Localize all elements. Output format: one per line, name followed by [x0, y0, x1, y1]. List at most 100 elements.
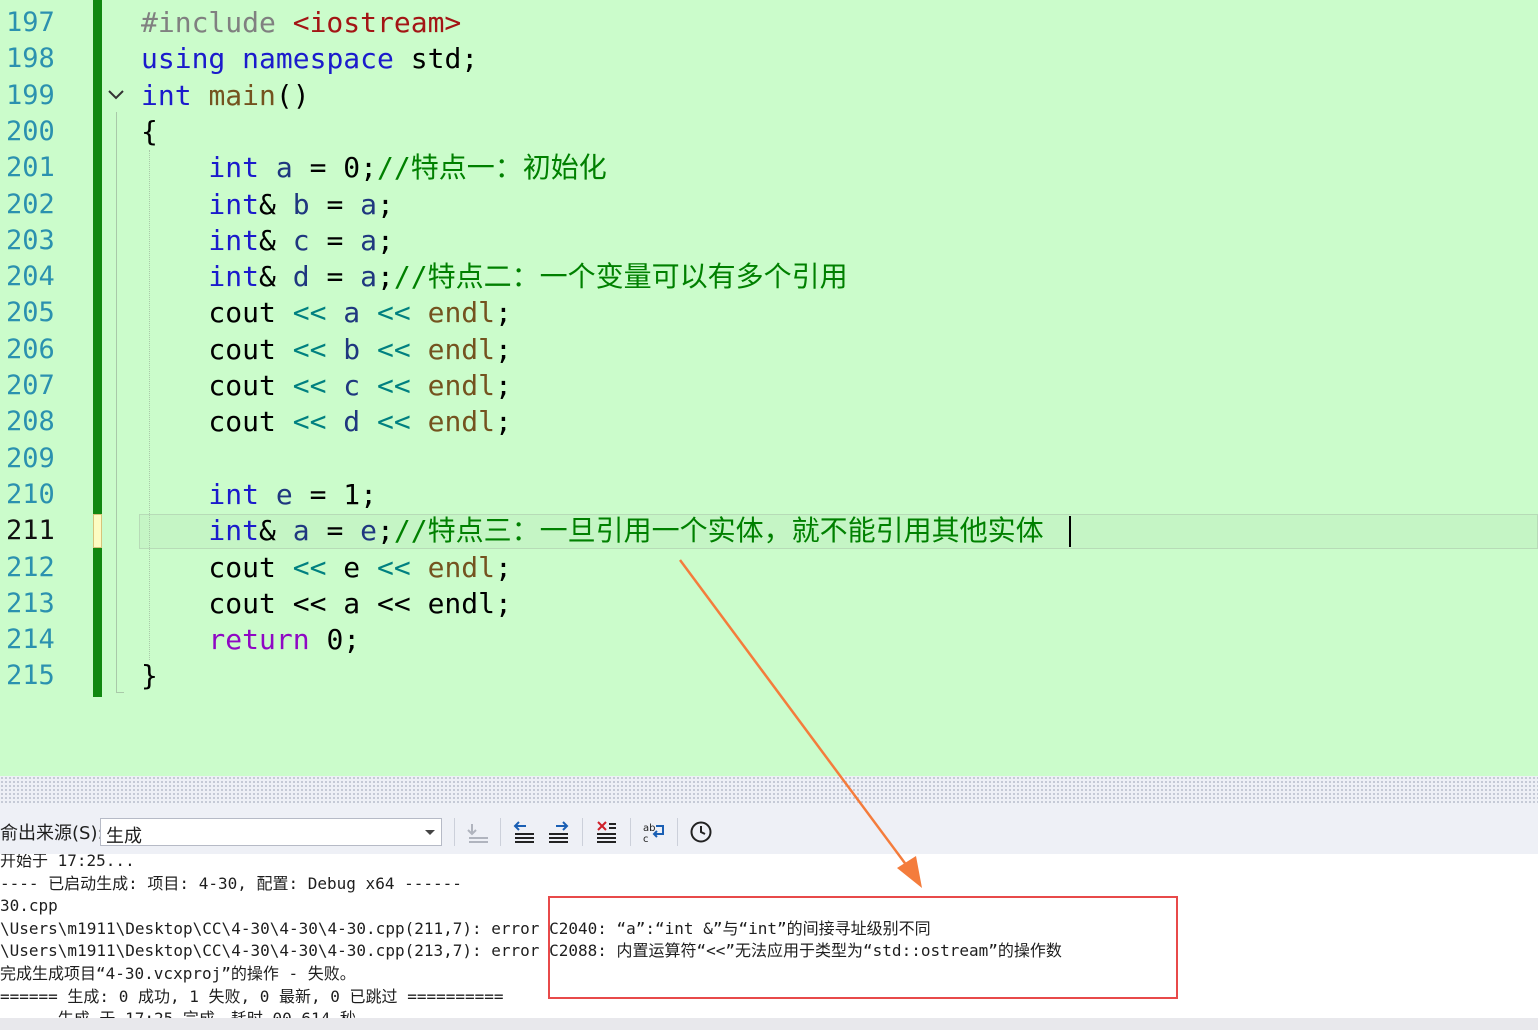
output-line: 30.cpp — [0, 896, 58, 916]
line-number: 215 — [6, 660, 55, 692]
code-token: a — [275, 151, 293, 185]
code-line[interactable]: 213 cout << a << endl; — [0, 586, 1538, 622]
code-token: << — [292, 332, 344, 366]
code-token: endl — [427, 332, 496, 366]
code-text: cout << b << endl; — [141, 332, 511, 368]
output-source-label: 俞出来源(S): — [0, 823, 104, 844]
code-line[interactable]: 204 int& d = a;//特点二：一个变量可以有多个引用 — [0, 259, 1538, 295]
code-token: endl — [427, 405, 496, 439]
code-line[interactable]: 211 int& a = e;//特点三：一旦引用一个实体，就不能引用其他实体 — [0, 513, 1538, 549]
code-line[interactable]: 197 #include <iostream> — [0, 5, 1538, 41]
svg-text:ab: ab — [643, 823, 655, 834]
code-token: <iostream> — [292, 6, 462, 39]
code-line[interactable]: 199 int main() — [0, 78, 1538, 114]
error-highlight-box — [548, 896, 1178, 999]
code-token: = — [309, 514, 361, 548]
code-line[interactable]: 214 return 0; — [0, 622, 1538, 658]
code-token: ; — [377, 514, 394, 548]
code-line[interactable]: 202 int& b = a; — [0, 187, 1538, 223]
code-text: { — [141, 114, 158, 150]
line-number: 212 — [6, 551, 55, 583]
output-line: 生成 于 17:25 完成，耗时 00.614 秒 — [0, 1008, 356, 1018]
code-text: cout << a << endl; — [141, 586, 512, 622]
next-message-icon[interactable] — [546, 820, 570, 844]
code-line[interactable]: 212 cout << e << endl; — [0, 550, 1538, 586]
code-text: int a = 0;//特点一：初始化 — [141, 150, 607, 186]
code-token: b — [292, 187, 310, 221]
code-token: ; — [495, 296, 512, 330]
code-token: << — [292, 405, 344, 439]
code-token: << — [292, 369, 344, 402]
code-editor[interactable]: 197 #include <iostream> 198 using namespace… — [0, 0, 1538, 776]
line-number: 210 — [6, 478, 55, 510]
code-line[interactable]: 205 cout << a << endl; — [0, 295, 1538, 331]
line-number: 203 — [6, 224, 55, 256]
line-number: 202 — [6, 188, 55, 220]
code-text: using namespace std; — [141, 41, 478, 77]
code-text: cout << c << endl; — [141, 368, 511, 404]
code-token: int — [141, 477, 276, 511]
horizontal-scrollbar[interactable] — [0, 1018, 1538, 1030]
code-token: std; — [410, 42, 479, 76]
code-token: & — [259, 260, 293, 294]
word-wrap-icon[interactable]: ab c — [642, 820, 666, 844]
code-text: int& a = e;//特点三：一旦引用一个实体，就不能引用其他实体 — [141, 513, 1043, 549]
code-line[interactable]: 208 cout << d << endl; — [0, 404, 1538, 440]
panel-splitter[interactable] — [0, 776, 1538, 804]
code-token: = — [309, 187, 361, 221]
code-token: int — [141, 223, 260, 257]
prev-message-icon[interactable] — [512, 820, 536, 844]
code-line[interactable]: 215} — [0, 658, 1538, 694]
clear-all-icon[interactable] — [594, 820, 618, 844]
output-line: ---- 已启动生成: 项目: 4-30, 配置: Debug x64 ----… — [0, 873, 462, 893]
line-number: 213 — [6, 587, 55, 619]
code-line[interactable]: 203 int& c = a; — [0, 223, 1538, 259]
line-number: 208 — [6, 406, 55, 438]
code-token: d — [292, 260, 310, 294]
code-token: a — [360, 187, 378, 221]
toolbar-separator — [630, 818, 631, 846]
find-message-icon[interactable] — [466, 820, 490, 844]
svg-text:c: c — [643, 834, 649, 844]
code-token: & — [259, 187, 293, 221]
code-token: endl — [427, 550, 496, 584]
line-number: 197 — [6, 7, 55, 38]
line-number: 201 — [6, 152, 55, 184]
code-token: endl — [427, 296, 496, 330]
code-token: cout << a << endl; — [141, 586, 512, 620]
code-line[interactable]: 200 { — [0, 114, 1538, 150]
output-toolbar: 俞出来源(S): 生成 ab c — [0, 804, 1538, 854]
output-line: 完成生成项目“4-30.vcxproj”的操作 - 失败。 — [0, 964, 356, 983]
code-token: ; — [377, 187, 394, 221]
code-token: = — [309, 260, 361, 294]
code-line[interactable]: 209 — [0, 441, 1538, 477]
code-token: & — [259, 223, 293, 257]
code-token: int — [141, 78, 209, 112]
output-source-select[interactable]: 生成 — [100, 818, 442, 847]
code-token: namespace — [242, 42, 411, 76]
code-token: ; — [377, 260, 394, 294]
code-token: main — [208, 78, 276, 112]
text-caret — [1069, 516, 1071, 547]
code-token: cout — [141, 369, 293, 402]
code-token: endl — [427, 369, 496, 402]
code-text: int& d = a;//特点二：一个变量可以有多个引用 — [141, 259, 847, 295]
code-token: a — [360, 260, 378, 294]
code-line[interactable]: 207 cout << c << endl; — [0, 368, 1538, 404]
code-token: //特点一：初始化 — [377, 151, 607, 185]
code-token: = — [309, 223, 361, 257]
code-line[interactable]: 210 int e = 1; — [0, 477, 1538, 513]
code-line[interactable]: 201 int a = 0;//特点一：初始化 — [0, 150, 1538, 186]
toolbar-separator — [677, 818, 678, 846]
code-token: int — [141, 151, 276, 185]
code-line[interactable]: 198 using namespace std; — [0, 41, 1538, 77]
chevron-down-icon[interactable] — [425, 830, 435, 835]
output-line: ====== 生成: 0 成功, 1 失败, 0 最新, 0 已跳过 =====… — [0, 986, 504, 1006]
code-token: << — [377, 296, 428, 330]
clock-icon[interactable] — [689, 820, 713, 844]
code-token: & — [259, 514, 293, 548]
code-line[interactable]: 206 cout << b << endl; — [0, 332, 1538, 368]
code-text: } — [141, 658, 158, 694]
code-text: int e = 1; — [141, 477, 377, 513]
output-line: 开始于 17:25... — [0, 854, 135, 870]
